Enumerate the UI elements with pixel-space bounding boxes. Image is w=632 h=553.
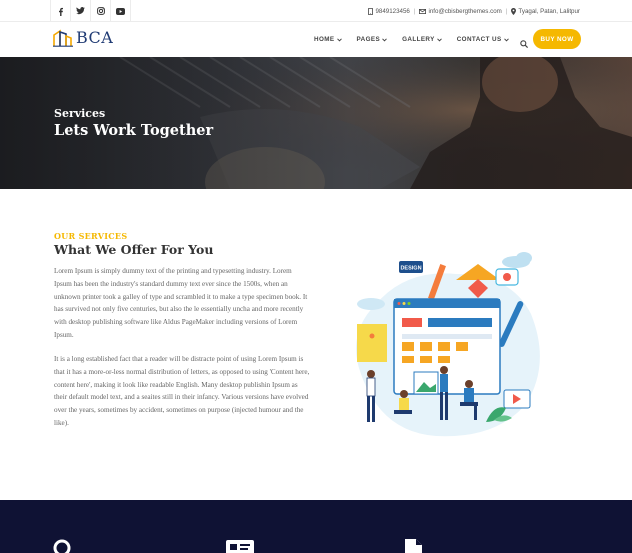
document-icon xyxy=(405,539,422,553)
email-contact[interactable]: info@cbisbergthemes.com xyxy=(419,7,502,15)
top-bar: 9849123456 | info@cbisbergthemes.com | T… xyxy=(0,0,632,22)
logo[interactable]: BCA xyxy=(53,28,113,47)
nav-pages-label: PAGES xyxy=(356,36,381,43)
services-title: What We Offer For You xyxy=(54,242,214,257)
chevron-down-icon xyxy=(336,37,342,42)
services-paragraph-2: It is a long established fact that a rea… xyxy=(54,355,310,427)
email-address: info@cbisbergthemes.com xyxy=(428,7,502,15)
hero-banner: Services Lets Work Together xyxy=(0,57,632,189)
phone-contact[interactable]: 9849123456 xyxy=(368,7,410,15)
search-icon xyxy=(520,40,529,49)
address-text: Tyagal, Patan, Lalitpur xyxy=(518,7,580,15)
phone-icon xyxy=(368,7,374,15)
nav-pages[interactable]: PAGES xyxy=(357,36,388,43)
nav-gallery[interactable]: GALLERY xyxy=(402,36,442,43)
nav-home[interactable]: HOME xyxy=(314,36,342,43)
features-band xyxy=(0,500,632,553)
phone-number: 9849123456 xyxy=(375,7,410,15)
chevron-down-icon xyxy=(503,37,509,42)
nav-contact[interactable]: CONTACT US xyxy=(457,36,509,43)
youtube-icon[interactable] xyxy=(111,0,131,22)
map-pin-icon xyxy=(511,7,517,15)
nav-gallery-label: GALLERY xyxy=(402,36,435,43)
hero-title: Lets Work Together xyxy=(54,122,214,139)
logo-text: BCA xyxy=(76,28,114,47)
address-contact: Tyagal, Patan, Lalitpur xyxy=(511,7,580,15)
nav-contact-label: CONTACT US xyxy=(456,36,502,43)
main-nav: HOME PAGES GALLERY CONTACT US xyxy=(314,22,524,57)
twitter-icon[interactable] xyxy=(71,0,91,22)
separator: | xyxy=(505,7,508,15)
chevron-down-icon xyxy=(436,37,442,42)
circle-gear-icon xyxy=(53,539,71,553)
design-badge: DESIGN xyxy=(400,266,421,272)
nav-home-label: HOME xyxy=(314,36,335,43)
hero-subtitle: Services xyxy=(54,107,106,120)
separator: | xyxy=(413,7,416,15)
site-header: BCA HOME PAGES GALLERY CONTACT US BUY NO… xyxy=(0,22,632,57)
search-button[interactable] xyxy=(520,35,529,53)
buy-now-button[interactable]: BUY NOW xyxy=(533,29,581,49)
services-kicker: OUR SERVICES xyxy=(54,231,128,241)
web-design-illustration: DESIGN xyxy=(356,252,540,437)
id-card-icon xyxy=(226,540,254,553)
services-paragraph-1: Lorem Ipsum is simply dummy text of the … xyxy=(54,267,308,339)
facebook-icon[interactable] xyxy=(51,0,71,22)
building-logo-icon xyxy=(53,29,73,47)
envelope-icon xyxy=(419,8,427,14)
social-links xyxy=(50,0,131,22)
contact-info: 9849123456 | info@cbisbergthemes.com | T… xyxy=(368,0,580,22)
chevron-down-icon xyxy=(382,37,387,42)
instagram-icon[interactable] xyxy=(91,0,111,22)
